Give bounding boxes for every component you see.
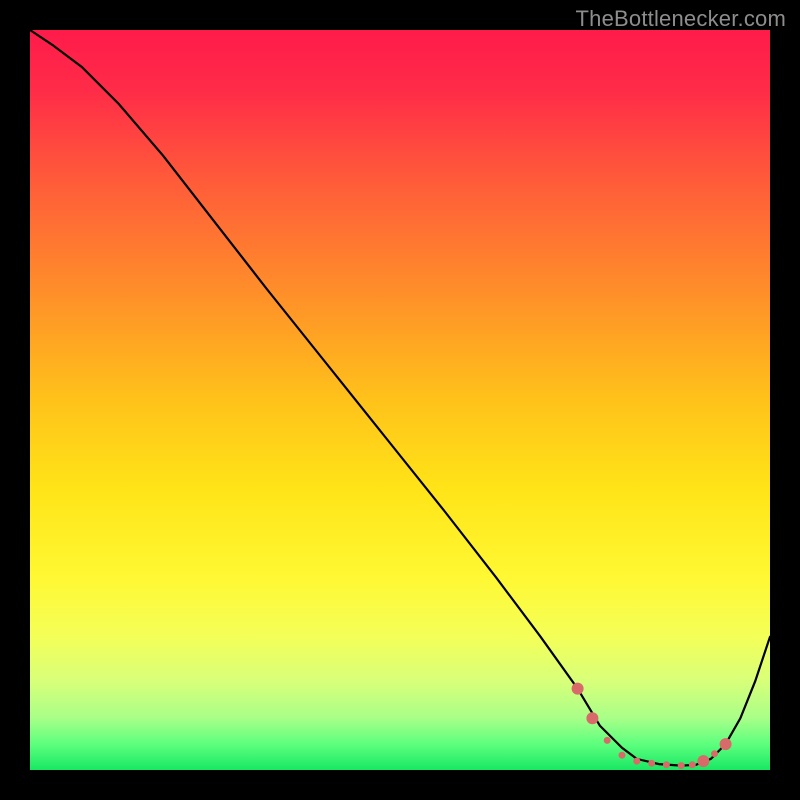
optimum-marker	[633, 758, 640, 765]
optimum-marker	[604, 737, 611, 744]
gradient-background	[30, 30, 770, 770]
optimum-marker	[663, 761, 670, 768]
chart-frame: TheBottlenecker.com	[0, 0, 800, 800]
watermark-text: TheBottlenecker.com	[576, 6, 786, 32]
bottleneck-chart	[0, 0, 800, 800]
optimum-marker	[586, 712, 598, 724]
optimum-marker	[711, 750, 718, 757]
optimum-marker	[648, 760, 655, 767]
optimum-marker	[689, 761, 696, 768]
optimum-marker	[572, 683, 584, 695]
optimum-marker	[720, 738, 732, 750]
optimum-marker	[619, 752, 626, 759]
optimum-marker	[678, 762, 685, 769]
optimum-marker	[697, 755, 709, 767]
